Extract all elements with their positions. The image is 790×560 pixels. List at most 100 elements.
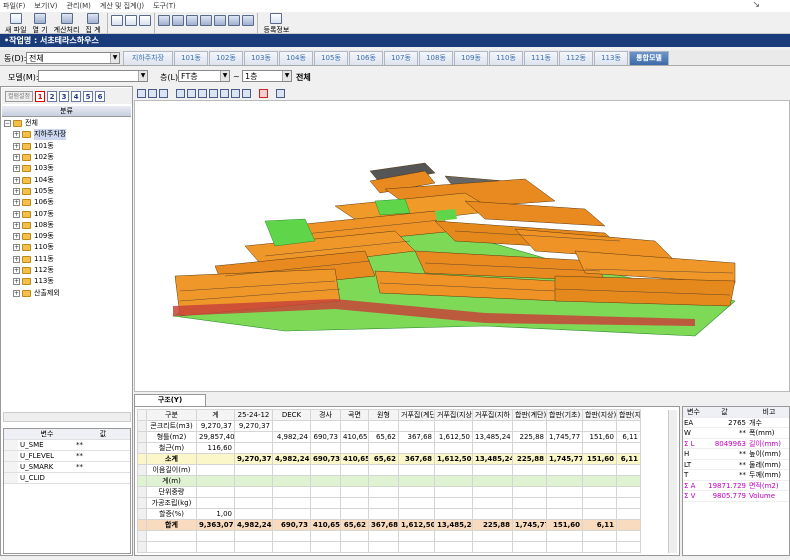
table-cell[interactable] (310, 442, 341, 454)
table-cell[interactable]: 367,68 (398, 431, 435, 443)
row-label[interactable]: 철근(m) (146, 442, 197, 454)
table-cell[interactable]: 1,612,50 (398, 519, 435, 531)
tree-item[interactable]: +112동 (4, 265, 128, 276)
table-cell[interactable]: 4,982,24 (272, 431, 311, 443)
table-cell[interactable]: 65,62 (340, 519, 369, 531)
table-cell[interactable] (310, 475, 341, 487)
row-label[interactable]: 형틀(m2) (146, 431, 197, 443)
table-icon[interactable] (171, 15, 184, 26)
table-cell[interactable] (310, 464, 341, 476)
table-cell[interactable] (582, 464, 617, 476)
table-cell[interactable]: 1,612,50 (434, 431, 473, 443)
table-cell[interactable] (472, 486, 513, 498)
menu-item[interactable]: 도구(T) (153, 1, 176, 11)
tab-building[interactable]: 111동 (524, 51, 558, 65)
table-cell[interactable] (616, 442, 641, 454)
find-icon[interactable] (124, 15, 137, 26)
table-cell[interactable]: 225,88 (472, 519, 513, 531)
tree-item[interactable]: +104동 (4, 174, 128, 185)
table-cell[interactable]: 13,485,24 (472, 453, 513, 465)
table-cell[interactable] (340, 508, 369, 520)
summary-row[interactable]: LT ** 둘레(mm) (683, 460, 789, 470)
tree-item[interactable]: + 산출제외 (4, 287, 128, 298)
table-cell[interactable] (512, 442, 547, 454)
table-cell[interactable] (616, 464, 641, 476)
table-cell[interactable]: 4,982,24 (272, 453, 311, 465)
expand-icon[interactable]: + (13, 187, 20, 195)
menu-item[interactable]: 관리(M) (67, 1, 91, 11)
table-cell[interactable]: 151,60 (582, 431, 617, 443)
column-header[interactable]: 곡면 (340, 409, 369, 421)
summary-row[interactable]: EA 2765 개수 (683, 418, 789, 428)
table-cell[interactable]: 151,60 (546, 519, 583, 531)
zoom-icon[interactable] (110, 15, 123, 26)
expand-icon[interactable]: + (13, 233, 20, 241)
table-cell[interactable]: 410,65 (340, 453, 369, 465)
table-cell[interactable]: 6,11 (616, 431, 641, 443)
row-label[interactable]: 계(m) (146, 475, 197, 487)
table-cell[interactable] (398, 475, 435, 487)
table-cell[interactable] (368, 420, 399, 432)
table-cell[interactable]: 1,00 (196, 508, 235, 520)
tab-building[interactable]: 105동 (314, 51, 348, 65)
table-cell[interactable] (234, 475, 273, 487)
table-cell[interactable] (234, 508, 273, 520)
table-cell[interactable] (310, 497, 341, 509)
table-cell[interactable] (340, 497, 369, 509)
table-cell[interactable] (340, 486, 369, 498)
table-cell[interactable] (368, 464, 399, 476)
table-cell[interactable] (512, 420, 547, 432)
expand-icon[interactable]: + (13, 176, 20, 184)
list-icon[interactable] (185, 15, 198, 26)
variable-row[interactable]: U_SME ** (4, 440, 130, 451)
column-header[interactable]: 거푸집(지상 (434, 409, 473, 421)
tree-item[interactable]: +101동 (4, 141, 128, 152)
table-cell[interactable] (196, 497, 235, 509)
table-cell[interactable] (434, 442, 473, 454)
table-cell[interactable]: 6,11 (582, 519, 617, 531)
expand-icon[interactable]: + (13, 255, 20, 263)
expand-icon[interactable]: + (13, 244, 20, 252)
model-select[interactable]: ▼ (38, 70, 148, 82)
row-label[interactable]: 단위중량 (146, 486, 197, 498)
table-cell[interactable] (272, 475, 311, 487)
table-cell[interactable] (616, 475, 641, 487)
table-cell[interactable]: 367,68 (398, 453, 435, 465)
table-cell[interactable]: 9,270,37 (196, 420, 235, 432)
column-header[interactable]: 합판(기초) (546, 409, 583, 421)
register-info-button[interactable]: 등록정보 (261, 12, 293, 35)
view-back-icon[interactable] (187, 88, 196, 98)
table-cell[interactable] (582, 475, 617, 487)
table-cell[interactable] (472, 497, 513, 509)
column-header[interactable]: 원형 (368, 409, 399, 421)
table-cell[interactable] (398, 497, 435, 509)
calculate-button[interactable]: 계산처리 (51, 12, 83, 35)
table-cell[interactable] (616, 486, 641, 498)
tree-item[interactable]: +111동 (4, 254, 128, 265)
table-cell[interactable] (234, 442, 273, 454)
table-cell[interactable] (582, 508, 617, 520)
expand-icon[interactable]: + (13, 267, 20, 274)
table-cell[interactable] (434, 486, 473, 498)
expand-icon[interactable]: + (13, 199, 20, 207)
expand-icon[interactable]: + (13, 142, 20, 150)
highlight-icon[interactable] (259, 88, 268, 98)
tree-item[interactable]: +107동 (4, 208, 128, 219)
table-cell[interactable] (616, 519, 641, 531)
table-cell[interactable] (434, 464, 473, 476)
summary-row[interactable]: Σ L 8049963 길이(mm) (683, 439, 789, 449)
pan-icon[interactable] (159, 88, 168, 98)
row-label[interactable]: 합계 (146, 519, 197, 531)
table-cell[interactable] (310, 508, 341, 520)
table-cell[interactable] (368, 486, 399, 498)
table-cell[interactable] (512, 486, 547, 498)
level-5-button[interactable]: 5 (83, 90, 94, 102)
new-file-button[interactable]: 새 파일 (2, 12, 30, 35)
table-cell[interactable]: 225,88 (512, 431, 547, 443)
table-cell[interactable] (616, 508, 641, 520)
tab-building[interactable]: 107동 (384, 51, 418, 65)
variable-row[interactable]: U_SMARK ** (4, 462, 130, 473)
table-cell[interactable]: 1,612,50 (434, 453, 473, 465)
column-header[interactable]: 계 (196, 409, 235, 421)
table-cell[interactable] (472, 508, 513, 520)
